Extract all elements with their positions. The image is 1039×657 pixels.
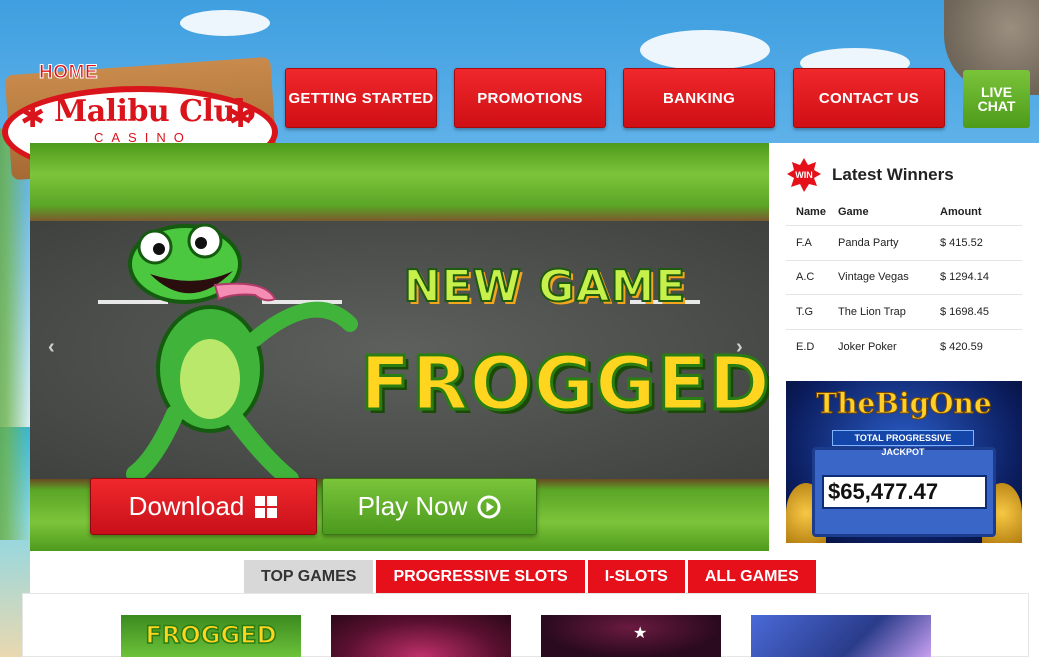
windows-icon (255, 495, 278, 518)
nav-getting-started[interactable]: GETTING STARTED (285, 68, 437, 128)
tab-all-games[interactable]: ALL GAMES (687, 560, 816, 593)
col-amount-header: Amount (940, 205, 982, 218)
hero-headline-1: NEW GAME (403, 260, 687, 313)
winner-name: A.C (796, 271, 815, 284)
game-tabs: TOP GAMES PROGRESSIVE SLOTS I-SLOTS ALL … (244, 560, 816, 593)
palm-icon: ✱ (20, 101, 46, 134)
jackpot-title: TheBigOne (816, 387, 992, 421)
winner-amount: $ 415.52 (940, 236, 983, 249)
winners-header: WIN Latest Winners (786, 152, 1022, 198)
slider-next-arrow-icon[interactable]: › (736, 336, 743, 359)
winner-name: F.A (796, 236, 812, 249)
svg-text:WIN: WIN (795, 170, 813, 180)
tab-top-games[interactable]: TOP GAMES (244, 560, 374, 593)
cloud (180, 10, 270, 36)
table-row: T.G The Lion Trap $ 1698.45 (786, 295, 1022, 330)
cloud (640, 30, 770, 70)
live-chat-line1: LIVE (980, 84, 1013, 100)
slider-prev-arrow-icon[interactable]: ‹ (48, 336, 55, 359)
tab-i-slots[interactable]: I-SLOTS (587, 560, 685, 593)
winner-amount: $ 1294.14 (940, 271, 989, 284)
win-badge-icon: WIN (787, 158, 821, 192)
jackpot-banner[interactable]: TheBigOne TOTAL PROGRESSIVE JACKPOT $65,… (786, 381, 1022, 543)
hero-slider[interactable]: NEW GAME FROGGED ‹ › Download Play Now (30, 143, 769, 551)
table-row: E.D Joker Poker $ 420.59 (786, 330, 1022, 365)
winner-game: Joker Poker (838, 340, 897, 353)
winner-amount: $ 1698.45 (940, 305, 989, 318)
winner-name: T.G (796, 305, 814, 318)
play-now-button[interactable]: Play Now (322, 478, 537, 535)
table-row: F.A Panda Party $ 415.52 (786, 226, 1022, 261)
game-thumb-title: FROGGED (145, 620, 278, 650)
grass-top (30, 143, 769, 221)
col-name-header: Name (796, 205, 826, 218)
col-game-header: Game (838, 205, 869, 218)
nav-contact-us[interactable]: CONTACT US (793, 68, 945, 128)
star-icon: ★ (633, 625, 648, 642)
jackpot-amount: $65,477.47 (822, 475, 987, 509)
winner-game: Vintage Vegas (838, 271, 909, 284)
download-button[interactable]: Download (90, 478, 317, 535)
download-label: Download (128, 491, 245, 521)
nav-banking[interactable]: BANKING (623, 68, 775, 128)
winners-table-header: Name Game Amount (786, 198, 1022, 226)
play-now-label: Play Now (357, 491, 468, 521)
nav-promotions[interactable]: PROMOTIONS (454, 68, 606, 128)
game-thumb-frogged[interactable]: FROGGED (121, 615, 301, 657)
hero-headline-2: FROGGED (359, 340, 770, 429)
live-chat-line2: CHAT (977, 98, 1016, 114)
game-thumb[interactable] (751, 615, 931, 657)
jackpot-label: TOTAL PROGRESSIVE JACKPOT (832, 430, 974, 457)
logo-brand: Malibu Club (54, 94, 256, 129)
winner-game: Panda Party (838, 236, 899, 249)
play-circle-icon (477, 495, 501, 518)
game-thumb[interactable]: ★ (541, 615, 721, 657)
latest-winners: WIN Latest Winners Name Game Amount F.A … (786, 152, 1022, 364)
home-link[interactable]: HOME (39, 62, 99, 84)
winner-game: The Lion Trap (838, 305, 906, 318)
live-chat-button[interactable]: LIVE CHAT (963, 70, 1030, 128)
winner-name: E.D (796, 340, 815, 353)
winner-amount: $ 420.59 (940, 340, 983, 353)
game-thumb[interactable] (331, 615, 511, 657)
winners-title: Latest Winners (832, 165, 954, 184)
frog-character (126, 223, 358, 488)
tab-progressive-slots[interactable]: PROGRESSIVE SLOTS (376, 560, 585, 593)
table-row: A.C Vintage Vegas $ 1294.14 (786, 261, 1022, 295)
